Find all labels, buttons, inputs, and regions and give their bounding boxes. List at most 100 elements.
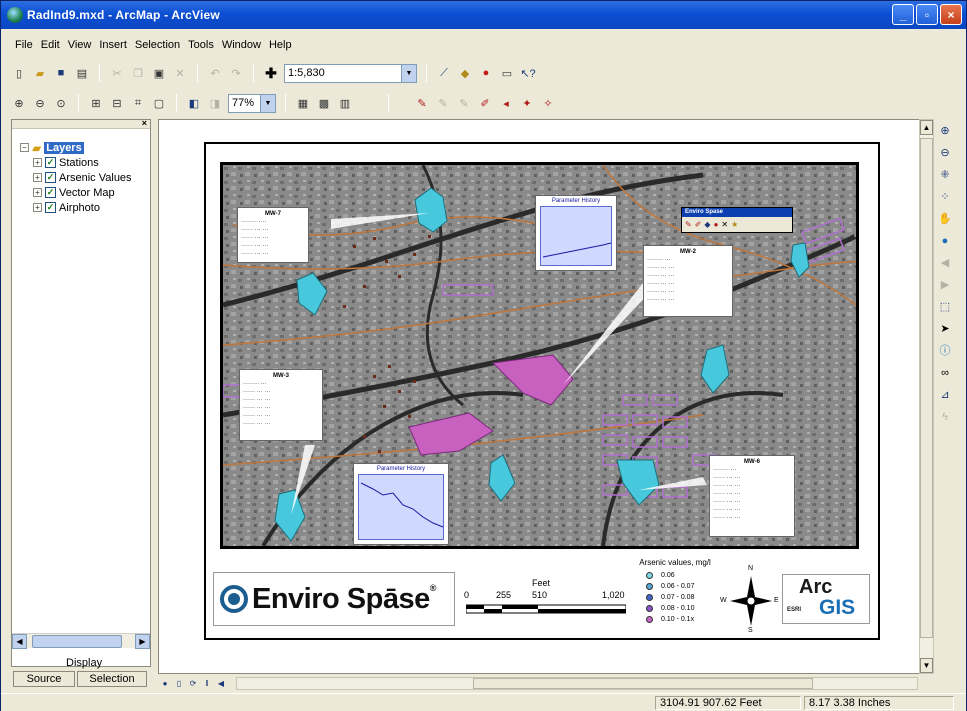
toc-horizontal-scrollbar[interactable]: ◀ ▶ — [12, 633, 150, 649]
layer-visibility-checkbox[interactable]: ✓ — [45, 157, 56, 168]
expand-icon[interactable]: + — [33, 203, 42, 212]
paste-icon[interactable]: ▣ — [151, 65, 167, 81]
zoom-fixed-in-icon[interactable]: ⊞ — [88, 95, 104, 111]
menu-window[interactable]: Window — [222, 39, 261, 51]
fixed-zoom-out-icon[interactable]: ⁘ — [937, 189, 953, 205]
expand-icon[interactable]: + — [33, 173, 42, 182]
map-scale-combo[interactable]: 1:5,830 ▼ — [284, 63, 417, 83]
zoom-in-icon[interactable]: ⊕ — [937, 123, 953, 139]
measure-icon[interactable]: ⊿ — [937, 387, 953, 403]
back-extent-icon[interactable]: ◀ — [937, 255, 953, 271]
layer-stations[interactable]: + ✓ Stations — [20, 155, 132, 170]
editor-toolbar-icon[interactable]: ⟋ — [436, 65, 452, 81]
expand-icon[interactable]: + — [33, 188, 42, 197]
enviro-tool-4-icon[interactable]: ✐ — [477, 95, 493, 111]
station-callout-mw7[interactable]: MW-7 ········ ···· ······ ··· ··· ······ ·… — [237, 207, 309, 263]
menu-tools[interactable]: Tools — [188, 39, 214, 51]
whats-this-help-icon[interactable]: ↖? — [520, 65, 536, 81]
scroll-left-icon[interactable]: ◀ — [214, 677, 228, 690]
zoom-out-page-icon[interactable]: ⊖ — [32, 95, 48, 111]
tab-selection[interactable]: Selection — [77, 671, 147, 687]
new-document-icon[interactable]: ▯ — [11, 65, 27, 81]
layer-arsenic-values[interactable]: + ✓ Arsenic Values — [20, 170, 132, 185]
enviro-tool-icon[interactable]: ✐ — [695, 220, 702, 229]
undo-icon[interactable]: ↶ — [207, 65, 223, 81]
scroll-thumb[interactable] — [473, 678, 813, 689]
zoom-100-icon[interactable]: ▢ — [151, 95, 167, 111]
change-layout-icon[interactable]: ▥ — [337, 95, 353, 111]
zoom-fixed-out-icon[interactable]: ⊟ — [109, 95, 125, 111]
minimize-button[interactable]: _ — [892, 4, 914, 25]
layer-visibility-checkbox[interactable]: ✓ — [45, 172, 56, 183]
fixed-zoom-in-icon[interactable]: ⁜ — [937, 167, 953, 183]
pause-drawing-icon[interactable]: ǁ — [200, 677, 214, 690]
open-icon[interactable]: ▰ — [32, 65, 48, 81]
layers-root[interactable]: − ▰ Layers — [20, 140, 132, 155]
enviro-tool-icon[interactable]: ◆ — [704, 220, 710, 229]
full-extent-globe-icon[interactable]: ● — [937, 233, 953, 249]
delete-icon[interactable]: ✕ — [172, 65, 188, 81]
expand-icon[interactable]: + — [33, 158, 42, 167]
station-callout-mw6[interactable]: MW-6 ········ ··· ······ ··· ··· ······ ··… — [709, 455, 795, 537]
layers-label[interactable]: Layers — [44, 141, 84, 154]
redo-icon[interactable]: ↷ — [228, 65, 244, 81]
go-back-extent-icon[interactable]: ◧ — [186, 95, 202, 111]
menu-selection[interactable]: Selection — [135, 39, 180, 51]
pan-page-icon[interactable]: ⊙ — [53, 95, 69, 111]
enviro-tool-5-icon[interactable]: ◂ — [498, 95, 514, 111]
enviro-tool-7-icon[interactable]: ✧ — [540, 95, 556, 111]
toc-close-icon[interactable]: × — [142, 118, 147, 128]
enviro-tool-6-icon[interactable]: ✦ — [519, 95, 535, 111]
scroll-left-icon[interactable]: ◀ — [12, 634, 27, 649]
toggle-draft-mode-icon[interactable]: ▦ — [295, 95, 311, 111]
layout-view-icon[interactable]: ▯ — [172, 677, 186, 690]
arccatalog-icon[interactable]: ◆ — [457, 65, 473, 81]
toc-grip-bar[interactable]: × — [12, 118, 150, 129]
map-data-frame[interactable]: MW-7 ········ ···· ······ ··· ··· ······ ·… — [220, 162, 859, 549]
zoom-whole-page-icon[interactable]: ⌗ — [130, 95, 146, 111]
zoom-out-icon[interactable]: ⊖ — [937, 145, 953, 161]
parameter-history-graph[interactable]: Parameter History — [535, 195, 617, 271]
arctoolbox-icon[interactable]: ● — [478, 65, 494, 81]
data-view-icon[interactable]: ● — [158, 677, 172, 690]
layer-visibility-checkbox[interactable]: ✓ — [45, 202, 56, 213]
collapse-icon[interactable]: − — [20, 143, 29, 152]
parameter-history-graph-2[interactable]: Parameter History — [353, 463, 449, 545]
enviro-tool-icon[interactable]: ✎ — [685, 220, 692, 229]
menu-help[interactable]: Help — [269, 39, 292, 51]
layout-horizontal-scrollbar[interactable] — [236, 677, 918, 690]
zoom-percent-combo[interactable]: 77% ▼ — [228, 93, 276, 113]
scroll-down-icon[interactable]: ▼ — [920, 658, 933, 673]
layout-page[interactable]: MW-7 ········ ···· ······ ··· ··· ······ ·… — [204, 142, 880, 640]
zoom-in-page-icon[interactable]: ⊕ — [11, 95, 27, 111]
layer-visibility-checkbox[interactable]: ✓ — [45, 187, 56, 198]
enviro-tool-2-icon[interactable]: ✎ — [435, 95, 451, 111]
close-button[interactable]: × — [940, 4, 962, 25]
menu-insert[interactable]: Insert — [99, 39, 127, 51]
chevron-down-icon[interactable]: ▼ — [260, 94, 275, 112]
save-icon[interactable]: ■ — [53, 65, 69, 81]
enviro-tool-icon[interactable]: ● — [714, 220, 719, 229]
station-callout-mw3[interactable]: MW-3 ········ ··· ······ ··· ··· ······ ··… — [239, 369, 323, 441]
menu-file[interactable]: File — [15, 39, 33, 51]
layer-vector-map[interactable]: + ✓ Vector Map — [20, 185, 132, 200]
cut-icon[interactable]: ✂ — [109, 65, 125, 81]
scroll-thumb[interactable] — [920, 138, 933, 638]
scroll-thumb[interactable] — [32, 635, 122, 648]
forward-extent-icon[interactable]: ▶ — [937, 277, 953, 293]
copy-icon[interactable]: ❐ — [130, 65, 146, 81]
enviro-tool-icon[interactable]: ✕ — [721, 220, 728, 229]
tab-display[interactable]: Display — [66, 657, 102, 669]
scroll-right-icon[interactable]: ▶ — [135, 634, 150, 649]
command-line-icon[interactable]: ▭ — [499, 65, 515, 81]
select-features-icon[interactable]: ⬚ — [937, 299, 953, 315]
enviro-spase-toolbar[interactable]: Enviro Spase ✎ ✐ ◆ ● ✕ ★ — [681, 207, 793, 233]
hyperlink-lightning-icon[interactable]: ϟ — [937, 409, 953, 425]
enviro-tool-icon[interactable]: ★ — [731, 220, 738, 229]
title-bar[interactable]: RadInd9.mxd - ArcMap - ArcView _ ▫ × — [1, 1, 966, 29]
menu-view[interactable]: View — [68, 39, 92, 51]
focus-data-frame-icon[interactable]: ▩ — [316, 95, 332, 111]
station-callout-mw2[interactable]: MW-2 ········ ··· ······ ··· ··· ······ ··… — [643, 245, 733, 317]
tab-source[interactable]: Source — [13, 671, 75, 687]
identify-icon[interactable]: ⓘ — [937, 343, 953, 359]
